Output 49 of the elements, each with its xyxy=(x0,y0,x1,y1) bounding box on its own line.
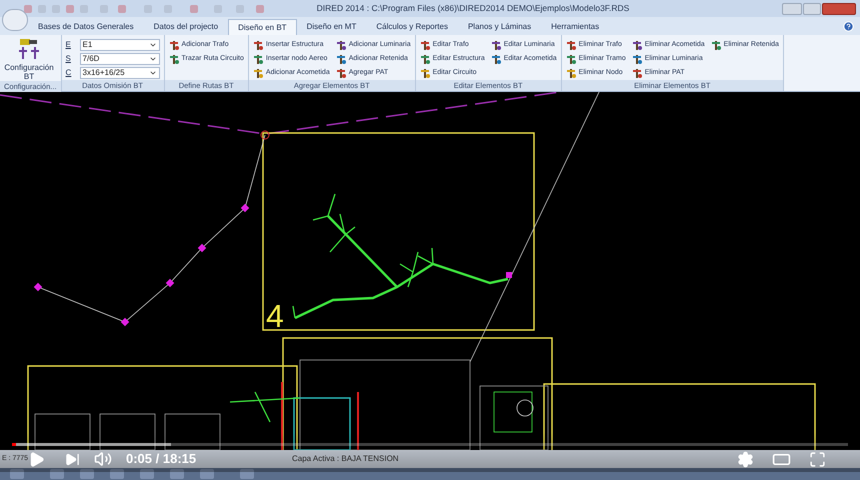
volume-icon[interactable] xyxy=(94,450,112,468)
ribbon-tab[interactable]: Diseño en BT xyxy=(228,19,297,35)
dropdown-field[interactable]: 3x16+16/25 xyxy=(80,67,160,79)
ribbon-tab[interactable]: Datos del projecto xyxy=(144,19,228,35)
pole-icon xyxy=(420,68,431,80)
ribbon-tab[interactable]: Planos y Láminas xyxy=(458,19,542,35)
pole-icon xyxy=(336,54,347,65)
field-label: C xyxy=(66,67,72,79)
maximize-button[interactable] xyxy=(803,2,821,14)
pole-icon xyxy=(336,40,347,50)
sector-number: 4 xyxy=(266,298,284,334)
pole-icon xyxy=(566,68,577,80)
pole-icon xyxy=(420,40,431,50)
fullscreen-icon[interactable] xyxy=(809,450,826,468)
close-button[interactable] xyxy=(822,2,856,14)
dropdown-field[interactable]: E1 xyxy=(80,39,160,51)
settings-icon[interactable] xyxy=(737,450,754,468)
pole-icon xyxy=(168,40,180,50)
pole-icon xyxy=(566,54,577,65)
pole-icon xyxy=(168,54,180,65)
window-title: DIRED 2014 : C:\Program Files (x86)\DIRED2014 DEMO\Ejemplos\Modelo3F.RDS xyxy=(316,2,630,15)
ribbon-tab[interactable]: Cálculos y Reportes xyxy=(366,19,458,35)
pole-icon xyxy=(336,68,347,80)
ribbon-tab[interactable]: Bases de Datos Generales xyxy=(28,19,144,35)
progress-track[interactable] xyxy=(12,443,848,446)
pole-icon xyxy=(710,40,722,50)
field-label: E xyxy=(66,39,72,51)
ribbon-tab[interactable]: Herramientas xyxy=(541,19,610,35)
active-layer-label: Capa Activa : BAJA TENSION xyxy=(292,453,399,465)
ribbon-tab[interactable]: Diseño en MT xyxy=(296,19,366,35)
field-label: S xyxy=(66,53,72,65)
pole-icon xyxy=(490,54,502,65)
pole-icon xyxy=(566,40,577,50)
pole-icon xyxy=(252,54,264,65)
app-menu-button[interactable] xyxy=(2,9,28,31)
pole-icon xyxy=(632,68,643,80)
pole-icon xyxy=(252,40,264,50)
play-icon[interactable] xyxy=(28,450,45,468)
pole-icon xyxy=(632,40,643,50)
help-icon[interactable] xyxy=(843,21,854,32)
pole-icon xyxy=(632,54,643,65)
pole-icon xyxy=(490,40,502,50)
next-icon[interactable] xyxy=(65,452,80,466)
dropdown-field[interactable]: 7/6D xyxy=(80,53,160,65)
config-button[interactable]: Configuración BT xyxy=(4,37,54,81)
pole-icon xyxy=(252,68,264,80)
time-display: 0:05 / 18:15 xyxy=(126,450,196,468)
minimize-button[interactable] xyxy=(782,2,802,14)
pole-icon xyxy=(420,54,431,65)
